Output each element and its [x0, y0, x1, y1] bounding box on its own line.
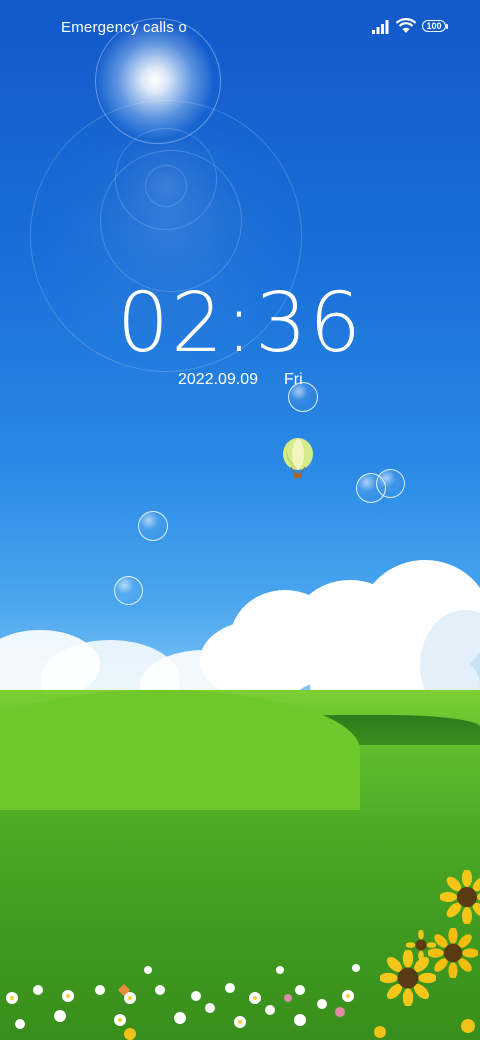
emergency-calls-text[interactable]: Emergency calls o	[61, 19, 187, 36]
battery-level: 100	[426, 21, 442, 31]
lens-flare	[145, 165, 187, 207]
bubble	[288, 382, 318, 412]
balloon-icon	[283, 438, 313, 478]
battery-icon: 100	[422, 20, 450, 34]
lock-screen[interactable]: Emergency calls o 100 02:36 2022.09.09 F…	[0, 0, 480, 1040]
daisies-icon	[6, 964, 475, 1040]
grass-hill	[0, 690, 360, 810]
wifi-icon	[396, 18, 416, 33]
bubble	[114, 576, 143, 605]
lock-date: 2022.09.09	[178, 371, 259, 388]
sunflower-icon	[440, 870, 480, 924]
signal-icon	[372, 20, 389, 34]
bubble	[376, 469, 405, 498]
status-bar: Emergency calls o 100	[0, 0, 480, 56]
sunflower-icon	[406, 930, 436, 960]
bubble	[138, 511, 168, 541]
lock-clock[interactable]: 02:36	[0, 276, 480, 371]
